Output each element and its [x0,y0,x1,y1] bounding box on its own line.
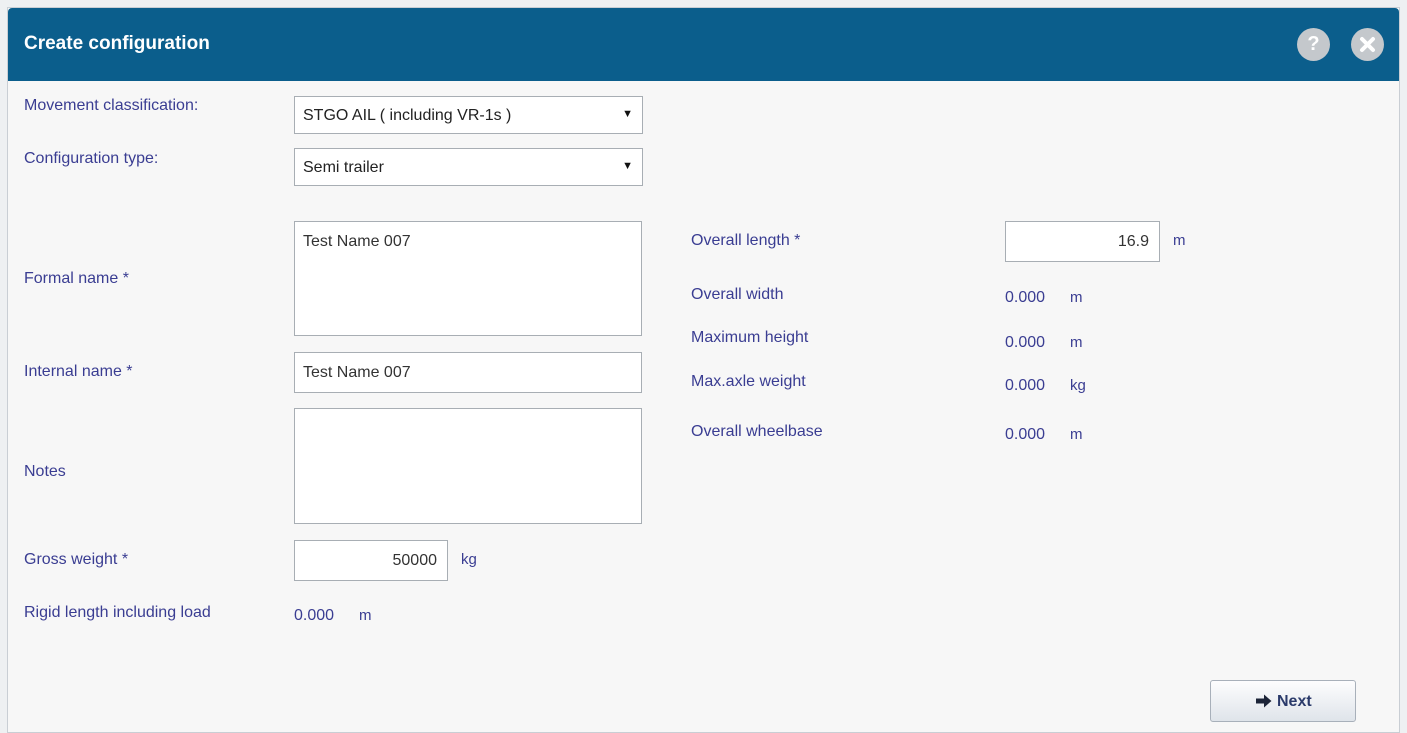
chevron-down-icon: ▼ [622,108,633,120]
gross-weight-unit: kg [461,551,477,568]
notes-label: Notes [24,463,66,480]
rigid-length-unit: m [359,607,372,624]
gross-weight-label: Gross weight * [24,551,129,568]
maximum-height-value: 0.000 [1005,334,1046,351]
configuration-type-label: Configuration type: [24,150,159,167]
maximum-height-unit: m [1070,334,1083,351]
movement-classification-value: STGO AIL ( including VR-1s ) [303,107,512,124]
overall-length-label: Overall length * [691,232,801,249]
formal-name-value: Test Name 007 [303,233,411,250]
max-axle-weight-unit: kg [1070,377,1086,394]
overall-wheelbase-label: Overall wheelbase [691,423,823,440]
configuration-type-select[interactable]: Semi trailer ▼ [294,148,643,186]
next-button-label: Next [1277,693,1312,710]
chevron-down-icon: ▼ [622,160,633,172]
help-icon[interactable]: ? [1297,28,1330,61]
overall-length-input[interactable]: 16.9 [1005,221,1160,262]
internal-name-input[interactable]: Test Name 007 [294,352,642,393]
overall-wheelbase-unit: m [1070,426,1083,443]
dialog-title-bar: Create configuration ? [8,8,1399,81]
overall-width-unit: m [1070,289,1083,306]
overall-wheelbase-value: 0.000 [1005,426,1046,443]
internal-name-value: Test Name 007 [303,364,411,381]
overall-width-label: Overall width [691,286,784,303]
rigid-length-label: Rigid length including load [24,604,211,621]
movement-classification-select[interactable]: STGO AIL ( including VR-1s ) ▼ [294,96,643,134]
gross-weight-value: 50000 [392,552,438,569]
max-axle-weight-value: 0.000 [1005,377,1046,394]
overall-width-value: 0.000 [1005,289,1046,306]
overall-length-value: 16.9 [1117,233,1149,250]
internal-name-label: Internal name * [24,363,133,380]
formal-name-textarea[interactable]: Test Name 007 [294,221,642,336]
configuration-type-value: Semi trailer [303,159,384,176]
close-x-glyph [1360,37,1375,52]
movement-classification-label: Movement classification: [24,97,199,114]
formal-name-label: Formal name * [24,270,129,287]
dialog-title: Create configuration [24,33,210,54]
rigid-length-value: 0.000 [294,607,335,624]
overall-length-unit: m [1173,232,1186,249]
maximum-height-label: Maximum height [691,329,809,346]
create-configuration-dialog: Create configuration ? Movement classifi… [7,7,1400,733]
max-axle-weight-label: Max.axle weight [691,373,806,390]
gross-weight-input[interactable]: 50000 [294,540,448,581]
arrow-right-icon [1256,694,1272,708]
help-glyph: ? [1307,33,1320,55]
close-icon[interactable] [1351,28,1384,61]
next-button[interactable]: Next [1210,680,1356,722]
notes-textarea[interactable] [294,408,642,524]
